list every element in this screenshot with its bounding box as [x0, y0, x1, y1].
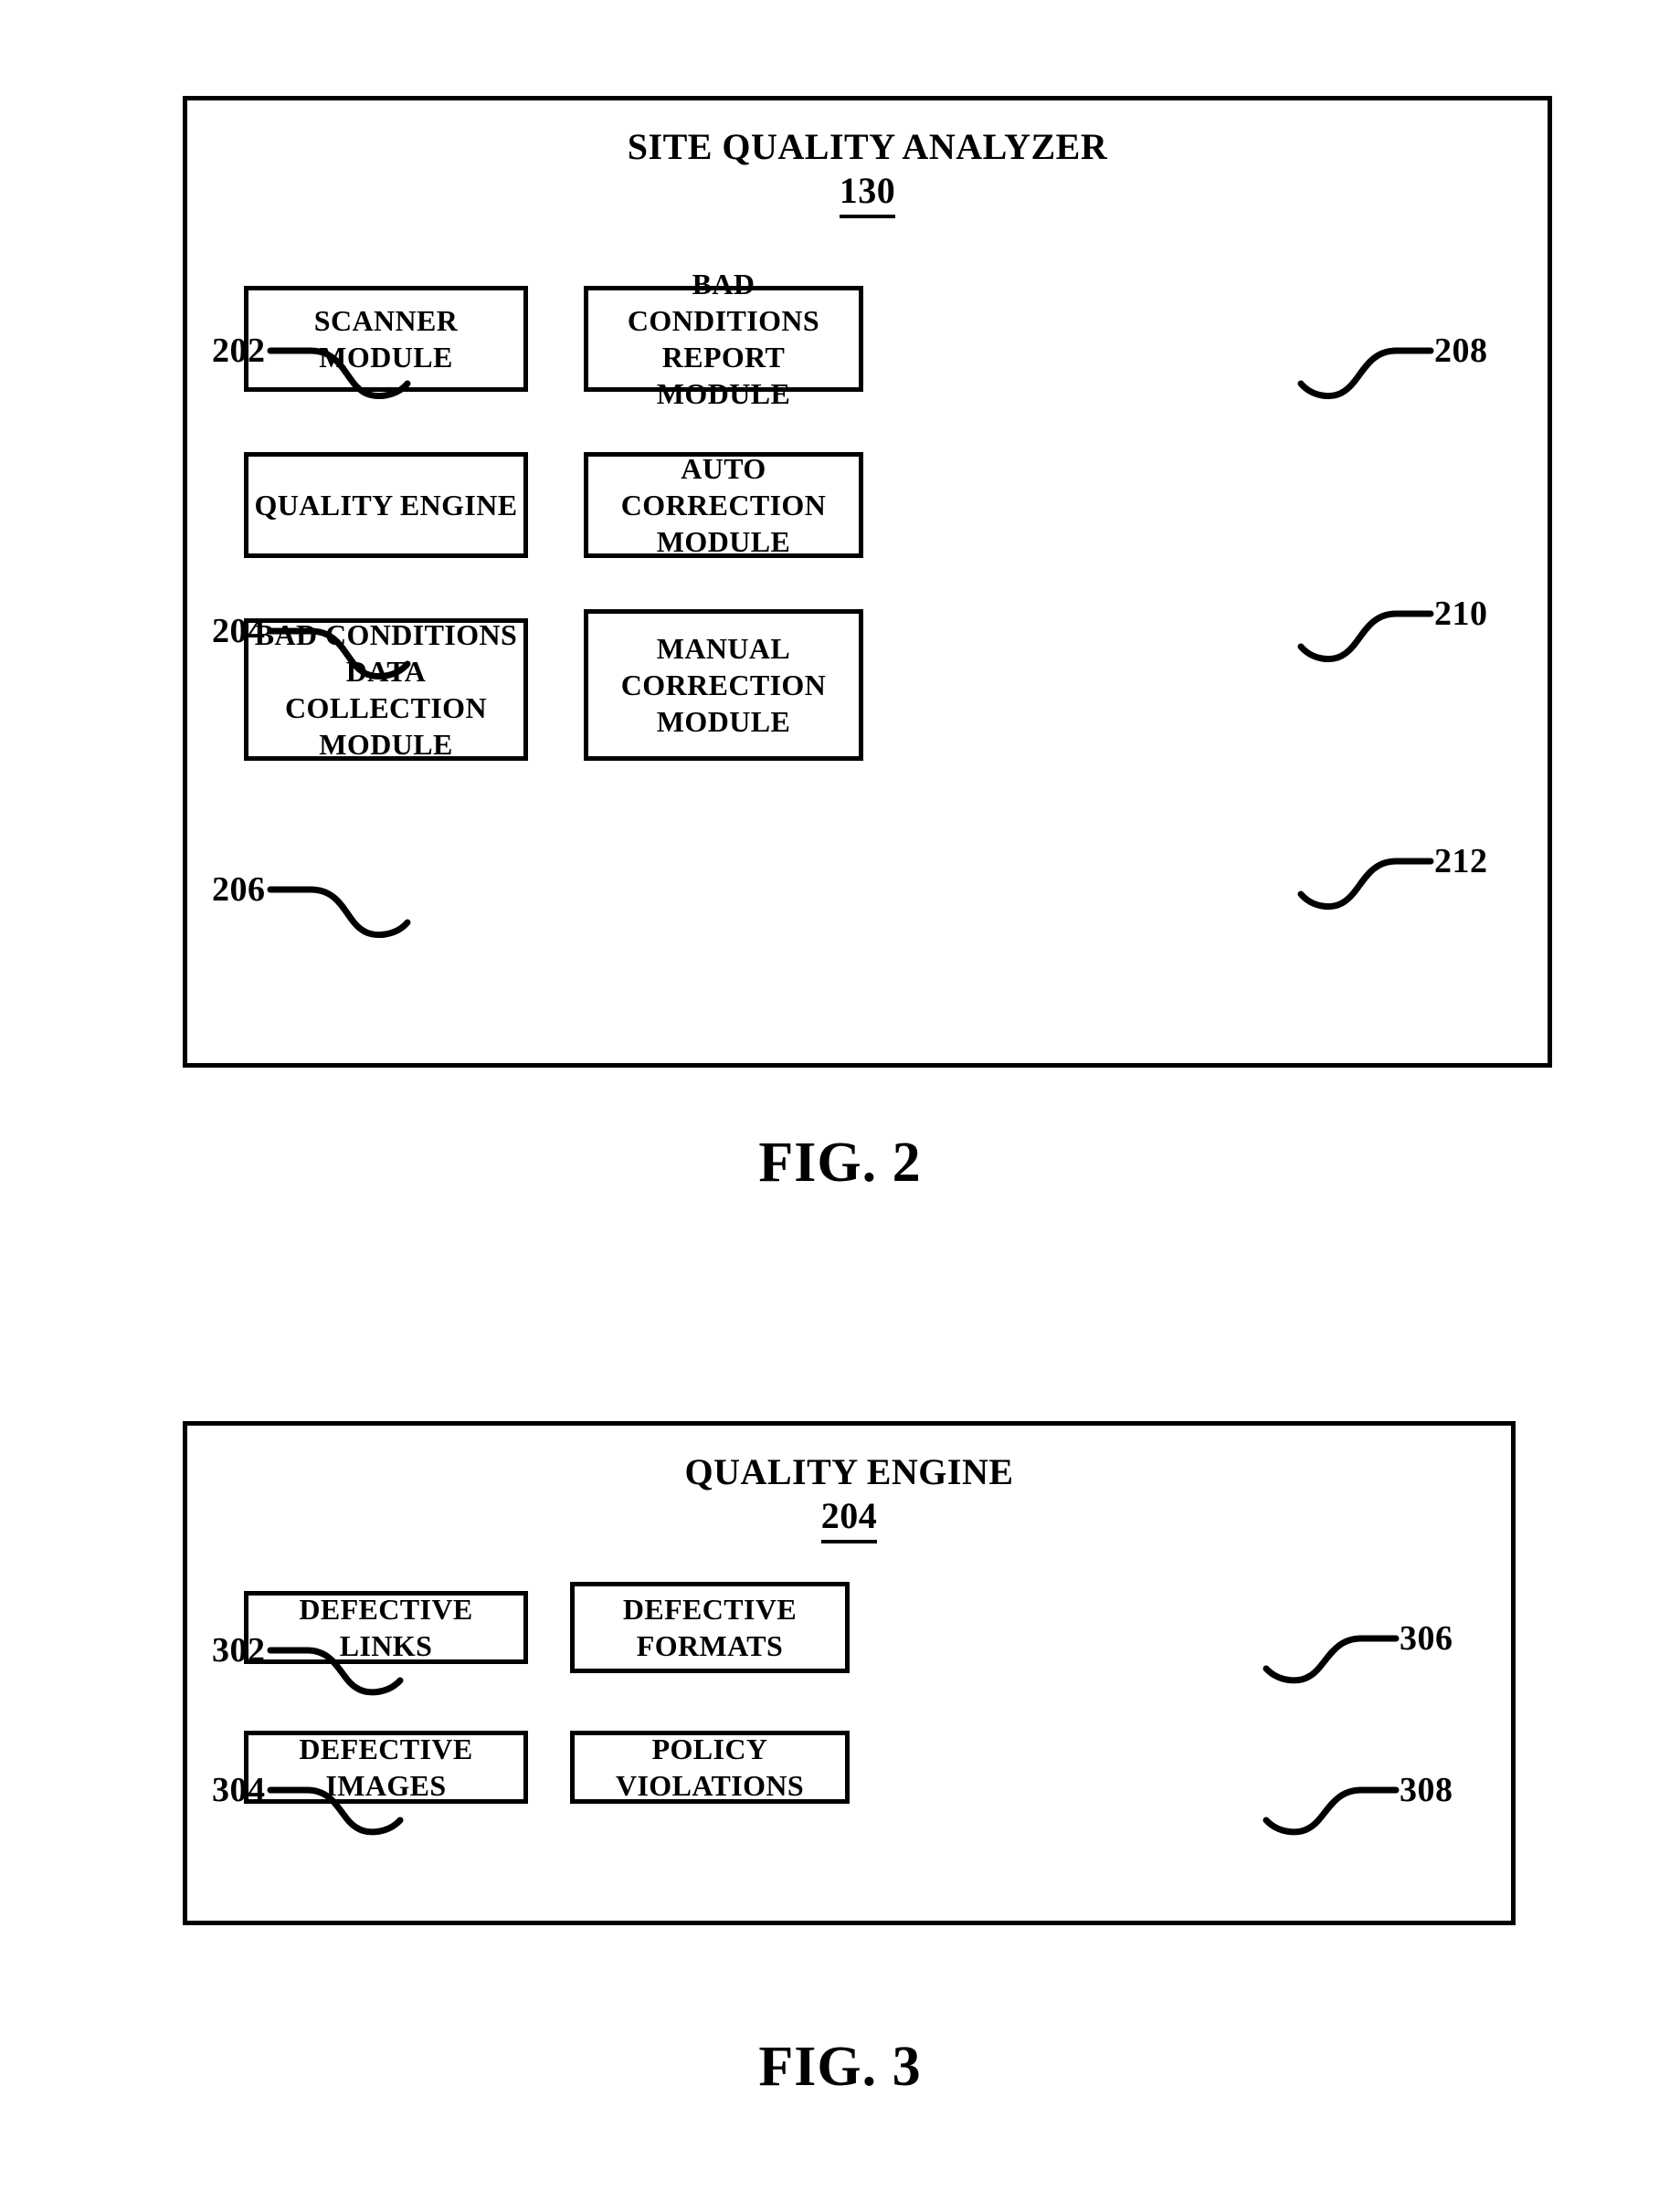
- module-box-scanner-module[interactable]: SCANNER MODULE: [244, 286, 528, 392]
- figure-3-title-number: 204: [820, 1493, 878, 1543]
- patent-drawing-sheet: SITE QUALITY ANALYZER 130 SCANNER MODULE…: [0, 0, 1680, 2212]
- module-box-label: MANUAL CORRECTION MODULE: [620, 632, 827, 738]
- reference-numeral-302: 302: [212, 1631, 266, 1670]
- figure-2-title-block: SITE QUALITY ANALYZER 130: [187, 126, 1548, 218]
- reference-numeral-306: 306: [1400, 1619, 1453, 1658]
- reference-numeral-204: 204: [212, 612, 266, 650]
- reference-numeral-206: 206: [212, 870, 266, 909]
- module-box-label: BAD CONDITIONS REPORT MODULE: [627, 268, 820, 410]
- module-box-label: SCANNER MODULE: [313, 304, 459, 374]
- figure-3-title-text: QUALITY ENGINE: [684, 1451, 1014, 1492]
- reference-numeral-308: 308: [1400, 1771, 1453, 1809]
- reference-numeral-304: 304: [212, 1771, 266, 1809]
- figure-2-container: SITE QUALITY ANALYZER 130 SCANNER MODULE…: [183, 96, 1552, 1068]
- module-box-label: BAD CONDITIONS DATA COLLECTION MODULE: [254, 618, 518, 761]
- module-box-label: DEFECTIVE IMAGES: [299, 1733, 473, 1802]
- module-box-label: DEFECTIVE LINKS: [299, 1593, 473, 1662]
- reference-numeral-212: 212: [1434, 842, 1488, 880]
- module-box-label: AUTO CORRECTION MODULE: [620, 452, 827, 558]
- figure-2-caption: FIG. 2: [758, 1132, 922, 1194]
- module-box-label: QUALITY ENGINE: [254, 489, 518, 521]
- module-box-auto-correction-module[interactable]: AUTO CORRECTION MODULE: [584, 452, 863, 558]
- figure-2-title-text: SITE QUALITY ANALYZER: [627, 126, 1108, 167]
- module-box-quality-engine[interactable]: QUALITY ENGINE: [244, 452, 528, 558]
- module-box-bad-conditions-data-collection-module[interactable]: BAD CONDITIONS DATA COLLECTION MODULE: [244, 618, 528, 761]
- module-box-label: DEFECTIVE FORMATS: [622, 1593, 798, 1662]
- figure-3-container: QUALITY ENGINE 204 DEFECTIVE LINKS DEFEC…: [183, 1421, 1516, 1925]
- figure-3-caption: FIG. 3: [758, 2036, 922, 2098]
- module-box-policy-violations[interactable]: POLICY VIOLATIONS: [570, 1731, 850, 1804]
- figure-3-title-block: QUALITY ENGINE 204: [187, 1451, 1511, 1543]
- figure-2-title-number: 130: [839, 168, 896, 218]
- module-box-defective-formats[interactable]: DEFECTIVE FORMATS: [570, 1582, 850, 1673]
- reference-numeral-210: 210: [1434, 595, 1488, 633]
- module-box-defective-links[interactable]: DEFECTIVE LINKS: [244, 1591, 528, 1664]
- module-box-label: POLICY VIOLATIONS: [615, 1733, 805, 1802]
- module-box-bad-conditions-report-module[interactable]: BAD CONDITIONS REPORT MODULE: [584, 268, 863, 410]
- reference-numeral-208: 208: [1434, 332, 1488, 370]
- reference-numeral-202: 202: [212, 332, 266, 370]
- module-box-manual-correction-module[interactable]: MANUAL CORRECTION MODULE: [584, 609, 863, 761]
- module-box-defective-images[interactable]: DEFECTIVE IMAGES: [244, 1731, 528, 1804]
